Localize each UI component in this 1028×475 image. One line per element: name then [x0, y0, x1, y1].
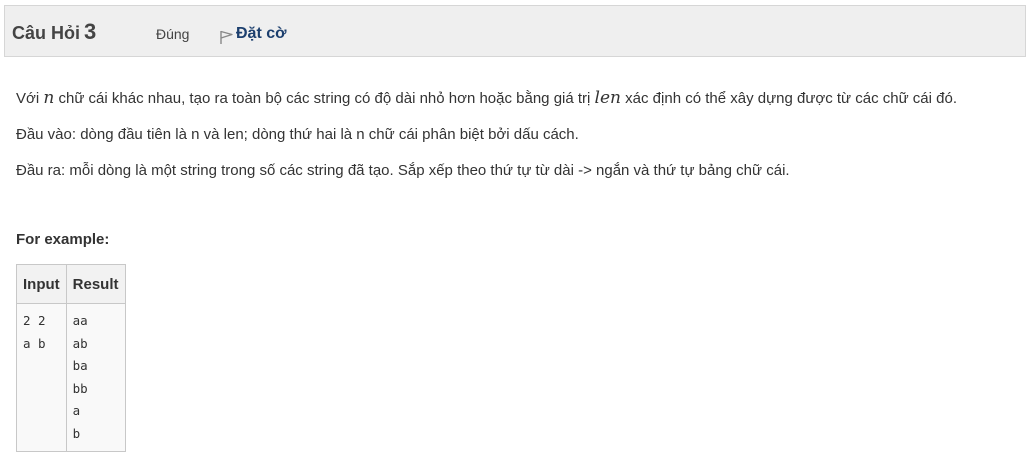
- problem-statement: Với n chữ cái khác nhau, tạo ra toàn bộ …: [16, 88, 1021, 109]
- examples-header-row: Input Result: [16, 264, 126, 304]
- input-cell: 2 2 a b: [16, 303, 67, 452]
- for-example-heading: For example:: [16, 231, 110, 248]
- flag-icon: [218, 23, 234, 45]
- math-var-n: n: [43, 88, 55, 108]
- result-column-header: Result: [65, 264, 126, 304]
- statement-middle: chữ cái khác nhau, tạo ra toàn bộ các st…: [58, 90, 591, 107]
- output-description: Đầu ra: mỗi dòng là một string trong số …: [16, 162, 790, 179]
- example-result: aa ab ba bb a b: [72, 313, 88, 441]
- question-title: Câu Hỏi 3: [12, 19, 96, 45]
- statement-suffix: xác định có thể xây dựng được từ các chữ…: [625, 90, 958, 107]
- result-cell: aa ab ba bb a b: [65, 303, 126, 452]
- flag-question-link[interactable]: Đặt cờ: [218, 23, 287, 45]
- question-text: Với n chữ cái khác nhau, tạo ra toàn bộ …: [16, 88, 1021, 197]
- math-var-len: len: [594, 88, 621, 108]
- flag-label: Đặt cờ: [236, 25, 287, 42]
- question-title-label: Câu Hỏi: [12, 23, 81, 43]
- question-info-header: Câu Hỏi 3 Đúng Đặt cờ: [4, 5, 1026, 57]
- question-number: 3: [84, 19, 97, 44]
- question-state: Đúng: [156, 26, 190, 42]
- input-column-header: Input: [16, 264, 67, 304]
- table-row: 2 2 a b aa ab ba bb a b: [16, 303, 126, 452]
- examples-table: Input Result 2 2 a b aa ab ba bb a b: [16, 264, 126, 452]
- statement-prefix: Với: [16, 90, 40, 107]
- input-description: Đầu vào: dòng đầu tiên là n và len; dòng…: [16, 126, 579, 143]
- example-input: 2 2 a b: [23, 313, 46, 351]
